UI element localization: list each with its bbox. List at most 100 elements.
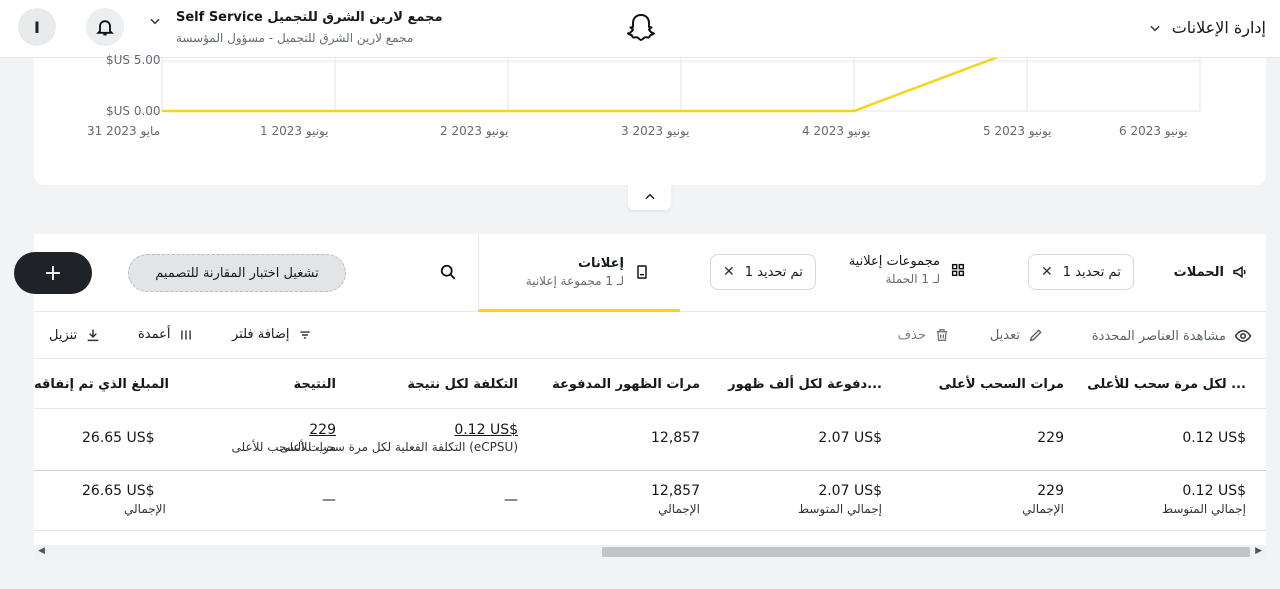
total-cost-per-result: — <box>504 492 518 508</box>
x-tick-label: 5 يونيو 2023 <box>983 124 1052 138</box>
level-tabs: الحملات تم تحديد 1 ✕ مجموعات إعلانية لـ … <box>14 234 1266 312</box>
column-header[interactable]: المبلغ الذي تم إنفاقه <box>34 377 169 392</box>
tab-ads-sub: لـ 1 مجموعة إعلانية <box>525 274 624 288</box>
row-divider <box>34 408 1266 409</box>
spend-line-chart <box>161 58 1201 113</box>
row-divider <box>34 530 1266 531</box>
chevron-down-icon[interactable] <box>148 14 162 28</box>
total-result: — <box>322 492 336 508</box>
filter-icon <box>299 330 310 339</box>
cell-cost-per-swipe: 0.12 US$ <box>1182 430 1246 446</box>
scroll-right-arrow-icon[interactable]: ▶ <box>1255 546 1262 556</box>
edit-label: تعديل <box>989 327 1020 343</box>
pencil-icon <box>1029 329 1042 342</box>
total-swipes: 229 <box>1037 483 1064 499</box>
tab-ad-sets-label: مجموعات إعلانية <box>848 254 940 269</box>
collapse-chart-button[interactable] <box>628 184 671 210</box>
cell-spend: 26.65 US$ <box>82 430 155 446</box>
tab-ads-label: إعلانات <box>577 256 624 271</box>
tab-ad-sets-sub: لـ 1 الحملة <box>885 272 940 286</box>
delete-button[interactable]: حذف <box>898 327 950 343</box>
view-selected-label: مشاهدة العناصر المحددة <box>1091 328 1226 344</box>
row-divider <box>34 470 1266 471</box>
organization-role: مجمع لارين الشرق للتجميل - مسؤول المؤسسة <box>176 31 414 45</box>
scrollbar-thumb[interactable] <box>602 547 1250 557</box>
cell-result[interactable]: 229 <box>309 422 336 438</box>
eye-icon <box>1234 329 1252 343</box>
scroll-left-arrow-icon[interactable]: ◀ <box>38 546 45 556</box>
chip-label: تم تحديد 1 <box>744 264 803 280</box>
campaigns-selection-chip[interactable]: تم تحديد 1 ✕ <box>1028 254 1134 290</box>
organization-name[interactable]: مجمع لارين الشرق للتجميل Self Service <box>176 10 443 25</box>
snapchat-ghost-icon[interactable] <box>625 12 657 44</box>
ads-table-panel: الحملات تم تحديد 1 ✕ مجموعات إعلانية لـ … <box>14 234 1266 559</box>
download-label: تنزيل <box>49 327 78 343</box>
search-icon[interactable] <box>438 262 458 282</box>
top-header: I مجمع لارين الشرق للتجميل Self Service … <box>0 0 1280 58</box>
x-tick-label: 6 يونيو 2023 <box>1119 124 1188 138</box>
cell-result-sub: مرات السحب للأعلى <box>231 440 336 454</box>
x-tick-label: 2 يونيو 2023 <box>440 124 509 138</box>
add-filter-button[interactable]: إضافة فلتر <box>232 327 312 342</box>
column-header[interactable]: ...دفوعة لكل ألف ظهور <box>728 377 882 392</box>
tab-ad-sets[interactable]: مجموعات إعلانية لـ 1 الحملة <box>849 254 966 286</box>
x-tick-label: 3 يونيو 2023 <box>621 124 690 138</box>
ab-test-button[interactable]: تشغيل اختبار المقارنة للتصميم <box>128 254 346 292</box>
close-icon[interactable]: ✕ <box>723 264 735 280</box>
chip-label: تم تحديد 1 <box>1062 264 1121 280</box>
notifications-button[interactable] <box>86 8 124 46</box>
tab-campaigns-label: الحملات <box>1173 264 1224 280</box>
total-label: إجمالي المتوسط <box>1161 502 1246 516</box>
download-button[interactable]: تنزيل <box>49 327 101 343</box>
tab-ads[interactable]: إعلانات لـ 1 مجموعة إعلانية <box>478 234 680 312</box>
cell-impressions: 12,857 <box>651 430 700 446</box>
table-toolbar: مشاهدة العناصر المحددة تعديل حذف إضافة ف… <box>34 313 1266 359</box>
column-header[interactable]: ... لكل مرة سحب للأعلى <box>1087 377 1246 392</box>
total-spend: 26.65 US$ <box>82 483 155 499</box>
total-label: الإجمالي <box>658 502 700 516</box>
y-tick-label: $US 5.00 <box>106 53 161 67</box>
total-label: الإجمالي <box>1022 502 1064 516</box>
grid-icon <box>951 263 965 277</box>
x-tick-label: 4 يونيو 2023 <box>802 124 871 138</box>
megaphone-icon <box>1233 266 1246 278</box>
column-header[interactable]: مرات السحب لأعلى <box>939 377 1064 392</box>
edit-button[interactable]: تعديل <box>990 327 1044 343</box>
series-line <box>162 58 999 113</box>
download-icon <box>87 329 99 342</box>
horizontal-scrollbar[interactable]: ◀ ▶ <box>34 545 1266 559</box>
trash-icon <box>936 329 948 341</box>
column-header[interactable]: التكلفة لكل نتيجة <box>407 377 518 392</box>
total-label: إجمالي المتوسط <box>797 502 882 516</box>
spend-chart-card: $US 5.00 $US 0.00 31 مايو 2023 1 يونيو 2… <box>34 53 1266 185</box>
ads-manager-menu[interactable]: إدارة الإعلانات <box>1148 18 1266 37</box>
total-label: الإجمالي <box>124 502 166 516</box>
column-header[interactable]: مرات الظهور المدفوعة <box>552 377 700 392</box>
column-header[interactable]: النتيجة <box>293 377 336 392</box>
total-cost-per-swipe: 0.12 US$ <box>1182 483 1246 499</box>
columns-button[interactable]: أعمدة <box>138 327 193 342</box>
close-icon[interactable]: ✕ <box>1041 264 1053 280</box>
total-ecpm: 2.07 US$ <box>818 483 882 499</box>
cell-swipes: 229 <box>1037 430 1064 446</box>
view-selected-button[interactable]: مشاهدة العناصر المحددة <box>1092 327 1252 345</box>
cell-cost-per-result[interactable]: 0.12 US$ <box>454 422 518 438</box>
chevron-down-icon <box>1150 25 1160 31</box>
columns-icon <box>180 329 191 340</box>
y-tick-label: $US 0.00 <box>106 104 161 118</box>
phone-ad-icon <box>637 265 647 279</box>
total-impressions: 12,857 <box>651 483 700 499</box>
chevron-up-icon <box>644 193 655 200</box>
x-tick-label: 31 مايو 2023 <box>87 124 161 138</box>
delete-label: حذف <box>897 327 926 343</box>
add-filter-label: إضافة فلتر <box>232 327 290 342</box>
bell-icon <box>96 20 114 36</box>
x-tick-label: 1 يونيو 2023 <box>260 124 329 138</box>
create-ad-button[interactable]: + <box>14 252 92 294</box>
columns-label: أعمدة <box>138 327 171 342</box>
plus-icon: + <box>43 260 63 286</box>
avatar[interactable]: I <box>18 8 56 46</box>
tab-campaigns[interactable]: الحملات <box>1174 264 1248 280</box>
cell-ecpm: 2.07 US$ <box>818 430 882 446</box>
ad-sets-selection-chip[interactable]: تم تحديد 1 ✕ <box>710 254 816 290</box>
